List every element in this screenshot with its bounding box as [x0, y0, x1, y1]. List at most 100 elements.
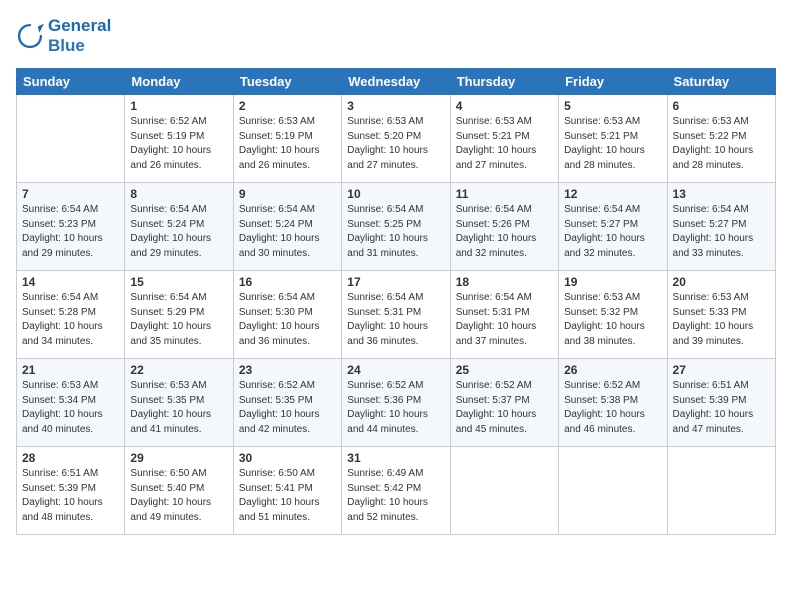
calendar-cell: 22Sunrise: 6:53 AM Sunset: 5:35 PM Dayli… — [125, 359, 233, 447]
day-number: 7 — [22, 187, 119, 201]
day-info: Sunrise: 6:54 AM Sunset: 5:26 PM Dayligh… — [456, 203, 553, 261]
day-number: 23 — [239, 363, 336, 377]
day-number: 12 — [564, 187, 661, 201]
day-of-week-header: Sunday — [17, 69, 125, 95]
calendar-cell: 19 Sunrise: 6:53 AM Sunset: 5:32 PM Dayli… — [559, 271, 667, 359]
calendar-cell: 30 Sunrise: 6:50 AM Sunset: 5:41 PM Dayli… — [233, 447, 341, 535]
calendar-cell: 16Sunrise: 6:54 AM Sunset: 5:30 PM Dayli… — [233, 271, 341, 359]
day-number: 28 — [22, 451, 119, 465]
day-info: Sunrise: 6:50 AM Sunset: 5:40 PM Dayligh… — [130, 467, 227, 525]
day-number: 4 — [456, 99, 553, 113]
calendar-cell: 18 Sunrise: 6:54 AM Sunset: 5:31 PM Dayli… — [450, 271, 558, 359]
day-info: Sunrise: 6:53 AM Sunset: 5:21 PM Dayligh… — [564, 115, 661, 173]
calendar-cell — [17, 95, 125, 183]
calendar-cell: 1Sunrise: 6:52 AM Sunset: 5:19 PM Daylig… — [125, 95, 233, 183]
calendar-week-row: 7 Sunrise: 6:54 AM Sunset: 5:23 PM Daylig… — [17, 183, 776, 271]
day-number: 16 — [239, 275, 336, 289]
day-info: Sunrise: 6:54 AM Sunset: 5:24 PM Dayligh… — [239, 203, 336, 261]
calendar-cell: 14 Sunrise: 6:54 AM Sunset: 5:28 PM Dayli… — [17, 271, 125, 359]
day-info: Sunrise: 6:52 AM Sunset: 5:38 PM Dayligh… — [564, 379, 661, 437]
day-number: 3 — [347, 99, 444, 113]
day-info: Sunrise: 6:54 AM Sunset: 5:27 PM Dayligh… — [673, 203, 770, 261]
calendar-cell: 15 Sunrise: 6:54 AM Sunset: 5:29 PM Dayli… — [125, 271, 233, 359]
day-number: 5 — [564, 99, 661, 113]
calendar-cell: 27 Sunrise: 6:51 AM Sunset: 5:39 PM Dayli… — [667, 359, 775, 447]
day-info: Sunrise: 6:53 AM Sunset: 5:32 PM Dayligh… — [564, 291, 661, 349]
day-info: Sunrise: 6:52 AM Sunset: 5:35 PM Dayligh… — [239, 379, 336, 437]
day-number: 1 — [130, 99, 227, 113]
day-number: 14 — [22, 275, 119, 289]
logo: General Blue — [16, 16, 111, 56]
day-info: Sunrise: 6:53 AM Sunset: 5:19 PM Dayligh… — [239, 115, 336, 173]
day-info: Sunrise: 6:54 AM Sunset: 5:31 PM Dayligh… — [456, 291, 553, 349]
calendar-cell: 3 Sunrise: 6:53 AM Sunset: 5:20 PM Daylig… — [342, 95, 450, 183]
day-info: Sunrise: 6:54 AM Sunset: 5:28 PM Dayligh… — [22, 291, 119, 349]
calendar-week-row: 28 Sunrise: 6:51 AM Sunset: 5:39 PM Dayli… — [17, 447, 776, 535]
day-info: Sunrise: 6:54 AM Sunset: 5:31 PM Dayligh… — [347, 291, 444, 349]
calendar-week-row: 14 Sunrise: 6:54 AM Sunset: 5:28 PM Dayli… — [17, 271, 776, 359]
calendar-cell: 12Sunrise: 6:54 AM Sunset: 5:27 PM Dayli… — [559, 183, 667, 271]
calendar-cell: 20Sunrise: 6:53 AM Sunset: 5:33 PM Dayli… — [667, 271, 775, 359]
day-number: 29 — [130, 451, 227, 465]
day-info: Sunrise: 6:51 AM Sunset: 5:39 PM Dayligh… — [22, 467, 119, 525]
calendar-week-row: 1Sunrise: 6:52 AM Sunset: 5:19 PM Daylig… — [17, 95, 776, 183]
calendar-cell: 8 Sunrise: 6:54 AM Sunset: 5:24 PM Daylig… — [125, 183, 233, 271]
calendar-cell: 25Sunrise: 6:52 AM Sunset: 5:37 PM Dayli… — [450, 359, 558, 447]
calendar-cell: 31Sunrise: 6:49 AM Sunset: 5:42 PM Dayli… — [342, 447, 450, 535]
day-info: Sunrise: 6:51 AM Sunset: 5:39 PM Dayligh… — [673, 379, 770, 437]
calendar-cell: 23 Sunrise: 6:52 AM Sunset: 5:35 PM Dayli… — [233, 359, 341, 447]
day-number: 6 — [673, 99, 770, 113]
day-of-week-header: Friday — [559, 69, 667, 95]
day-of-week-header: Monday — [125, 69, 233, 95]
day-number: 30 — [239, 451, 336, 465]
calendar-week-row: 21 Sunrise: 6:53 AM Sunset: 5:34 PM Dayli… — [17, 359, 776, 447]
calendar-cell: 10 Sunrise: 6:54 AM Sunset: 5:25 PM Dayli… — [342, 183, 450, 271]
day-of-week-header: Tuesday — [233, 69, 341, 95]
day-number: 8 — [130, 187, 227, 201]
day-info: Sunrise: 6:53 AM Sunset: 5:21 PM Dayligh… — [456, 115, 553, 173]
calendar-cell: 29 Sunrise: 6:50 AM Sunset: 5:40 PM Dayli… — [125, 447, 233, 535]
day-of-week-header: Saturday — [667, 69, 775, 95]
day-number: 19 — [564, 275, 661, 289]
day-number: 31 — [347, 451, 444, 465]
day-number: 17 — [347, 275, 444, 289]
logo-icon — [16, 22, 44, 50]
calendar-table: SundayMondayTuesdayWednesdayThursdayFrid… — [16, 68, 776, 535]
calendar-cell: 11Sunrise: 6:54 AM Sunset: 5:26 PM Dayli… — [450, 183, 558, 271]
day-info: Sunrise: 6:54 AM Sunset: 5:29 PM Dayligh… — [130, 291, 227, 349]
day-info: Sunrise: 6:53 AM Sunset: 5:34 PM Dayligh… — [22, 379, 119, 437]
calendar-cell: 4 Sunrise: 6:53 AM Sunset: 5:21 PM Daylig… — [450, 95, 558, 183]
day-info: Sunrise: 6:53 AM Sunset: 5:22 PM Dayligh… — [673, 115, 770, 173]
day-number: 10 — [347, 187, 444, 201]
calendar-cell: 13 Sunrise: 6:54 AM Sunset: 5:27 PM Dayli… — [667, 183, 775, 271]
page-header: General Blue — [16, 16, 776, 56]
day-number: 15 — [130, 275, 227, 289]
day-number: 18 — [456, 275, 553, 289]
day-info: Sunrise: 6:52 AM Sunset: 5:36 PM Dayligh… — [347, 379, 444, 437]
day-info: Sunrise: 6:54 AM Sunset: 5:23 PM Dayligh… — [22, 203, 119, 261]
calendar-cell: 2 Sunrise: 6:53 AM Sunset: 5:19 PM Daylig… — [233, 95, 341, 183]
day-number: 25 — [456, 363, 553, 377]
day-info: Sunrise: 6:50 AM Sunset: 5:41 PM Dayligh… — [239, 467, 336, 525]
day-number: 21 — [22, 363, 119, 377]
day-of-week-header: Thursday — [450, 69, 558, 95]
day-number: 26 — [564, 363, 661, 377]
calendar-cell: 6 Sunrise: 6:53 AM Sunset: 5:22 PM Daylig… — [667, 95, 775, 183]
calendar-header-row: SundayMondayTuesdayWednesdayThursdayFrid… — [17, 69, 776, 95]
calendar-cell: 7 Sunrise: 6:54 AM Sunset: 5:23 PM Daylig… — [17, 183, 125, 271]
day-info: Sunrise: 6:53 AM Sunset: 5:33 PM Dayligh… — [673, 291, 770, 349]
calendar-cell: 28 Sunrise: 6:51 AM Sunset: 5:39 PM Dayli… — [17, 447, 125, 535]
calendar-cell — [559, 447, 667, 535]
calendar-cell — [667, 447, 775, 535]
day-number: 24 — [347, 363, 444, 377]
day-number: 13 — [673, 187, 770, 201]
day-info: Sunrise: 6:54 AM Sunset: 5:25 PM Dayligh… — [347, 203, 444, 261]
day-number: 9 — [239, 187, 336, 201]
calendar-cell: 26 Sunrise: 6:52 AM Sunset: 5:38 PM Dayli… — [559, 359, 667, 447]
day-info: Sunrise: 6:54 AM Sunset: 5:24 PM Dayligh… — [130, 203, 227, 261]
calendar-cell: 9 Sunrise: 6:54 AM Sunset: 5:24 PM Daylig… — [233, 183, 341, 271]
calendar-cell — [450, 447, 558, 535]
day-number: 2 — [239, 99, 336, 113]
day-info: Sunrise: 6:53 AM Sunset: 5:20 PM Dayligh… — [347, 115, 444, 173]
day-number: 27 — [673, 363, 770, 377]
